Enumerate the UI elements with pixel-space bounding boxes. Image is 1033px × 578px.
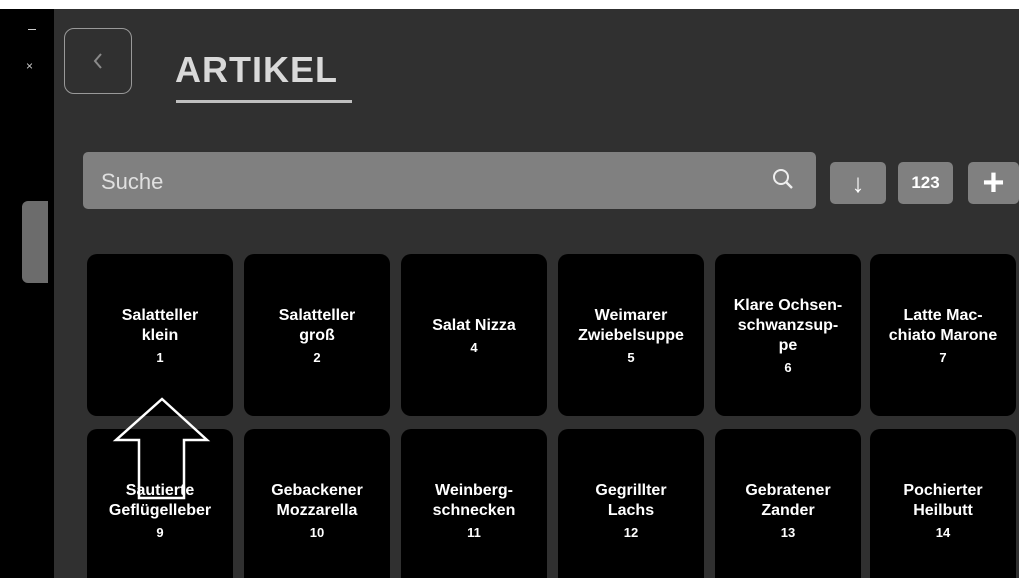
close-icon[interactable]: × bbox=[26, 59, 33, 73]
side-mark bbox=[28, 29, 36, 30]
article-number: 5 bbox=[627, 349, 635, 365]
article-tile[interactable]: Sautierte Geflügelleber 9 bbox=[87, 429, 233, 578]
article-number: 13 bbox=[780, 524, 796, 540]
article-tile[interactable]: Latte Mac- chiato Marone 7 bbox=[870, 254, 1016, 416]
search-icon[interactable] bbox=[771, 167, 795, 191]
article-name: Gebackener Mozzarella bbox=[271, 481, 363, 519]
page-title: ARTIKEL bbox=[175, 49, 338, 90]
article-number: 11 bbox=[467, 524, 481, 540]
article-name: Weinberg- schnecken bbox=[432, 481, 516, 519]
article-tile[interactable]: Salatteller klein 1 bbox=[87, 254, 233, 416]
article-tile[interactable]: Salatteller groß 2 bbox=[244, 254, 390, 416]
article-number: 14 bbox=[935, 524, 951, 540]
article-tile[interactable]: Weinberg- schnecken 11 bbox=[401, 429, 547, 578]
article-name: Salat Nizza bbox=[432, 316, 516, 334]
article-name: Klare Ochsen- schwanzsup- pe bbox=[733, 296, 843, 354]
article-tile[interactable]: Klare Ochsen- schwanzsup- pe 6 bbox=[715, 254, 861, 416]
article-tile[interactable]: Gegrillter Lachs 12 bbox=[558, 429, 704, 578]
article-number: 6 bbox=[784, 359, 792, 375]
article-name: Weimarer Zwiebelsuppe bbox=[578, 306, 684, 344]
article-tile[interactable]: Pochierter Heilbutt 14 bbox=[870, 429, 1016, 578]
article-name: Gebratener Zander bbox=[745, 481, 831, 519]
article-number: 2 bbox=[313, 349, 321, 365]
title-underline bbox=[176, 100, 352, 103]
chevron-left-icon bbox=[93, 53, 102, 69]
sort-button[interactable]: ↓ bbox=[830, 162, 886, 204]
article-tile[interactable]: Gebackener Mozzarella 10 bbox=[244, 429, 390, 578]
back-button[interactable] bbox=[64, 28, 132, 94]
article-tile[interactable]: Gebratener Zander 13 bbox=[715, 429, 861, 578]
article-name: Gegrillter Lachs bbox=[595, 481, 667, 519]
search-input[interactable] bbox=[99, 152, 743, 211]
article-name: Latte Mac- chiato Marone bbox=[888, 306, 998, 344]
number-sort-button[interactable]: 123 bbox=[898, 162, 953, 204]
search-bar bbox=[83, 152, 816, 211]
article-tile[interactable]: Salat Nizza 4 bbox=[401, 254, 547, 416]
article-number: 9 bbox=[156, 524, 164, 540]
article-name: Pochierter Heilbutt bbox=[903, 481, 983, 519]
article-number: 7 bbox=[939, 349, 947, 365]
article-tile[interactable]: Weimarer Zwiebelsuppe 5 bbox=[558, 254, 704, 416]
article-name: Salatteller groß bbox=[278, 306, 356, 344]
article-name: Salatteller klein bbox=[121, 306, 199, 344]
article-number: 12 bbox=[623, 524, 639, 540]
article-number: 10 bbox=[309, 524, 325, 540]
side-drawer-handle[interactable] bbox=[22, 201, 48, 283]
add-article-button[interactable]: + bbox=[968, 162, 1019, 204]
article-number: 1 bbox=[156, 349, 164, 365]
article-number: 4 bbox=[470, 339, 478, 355]
side-panel: × bbox=[0, 9, 54, 578]
article-name: Sautierte Geflügelleber bbox=[108, 481, 212, 519]
app-window: × ARTIKEL ↓ 123 + Salatteller klein1Sala… bbox=[0, 9, 1019, 578]
